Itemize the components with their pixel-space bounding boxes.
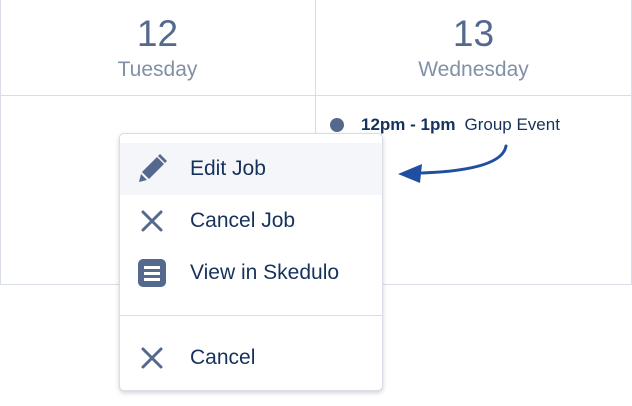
menu-item-cancel-job[interactable]: Cancel Job bbox=[120, 195, 382, 247]
menu-item-label: Cancel bbox=[190, 346, 256, 369]
pointer-arrow-icon bbox=[398, 144, 508, 183]
menu-item-label: Cancel Job bbox=[190, 209, 296, 232]
event-time: 12pm - 1pm bbox=[361, 115, 456, 134]
menu-item-label: Edit Job bbox=[190, 157, 266, 180]
grid-line-header-bottom bbox=[0, 95, 632, 96]
menu-item-view-in-skedulo[interactable]: View in Skedulo bbox=[120, 247, 382, 299]
event-status-dot-icon bbox=[330, 118, 344, 132]
menu-item-label: View in Skedulo bbox=[190, 261, 340, 284]
menu-divider bbox=[120, 315, 382, 316]
day-name: Tuesday bbox=[117, 58, 198, 81]
pencil-icon bbox=[136, 153, 168, 185]
day-name: Wednesday bbox=[418, 58, 529, 81]
day-header-wednesday: 13 Wednesday bbox=[316, 0, 631, 95]
close-icon bbox=[136, 342, 168, 374]
menu-item-edit-job[interactable]: Edit Job bbox=[120, 143, 382, 195]
menu-item-cancel[interactable]: Cancel bbox=[120, 332, 382, 384]
day-number: 12 bbox=[136, 13, 179, 54]
close-icon bbox=[136, 205, 168, 237]
day-header-tuesday: 12 Tuesday bbox=[0, 0, 315, 95]
document-icon bbox=[136, 257, 168, 289]
day-number: 13 bbox=[452, 13, 495, 54]
context-menu: Edit Job Cancel Job View in Skedulo Canc… bbox=[119, 133, 383, 391]
event-title: Group Event bbox=[464, 115, 560, 134]
